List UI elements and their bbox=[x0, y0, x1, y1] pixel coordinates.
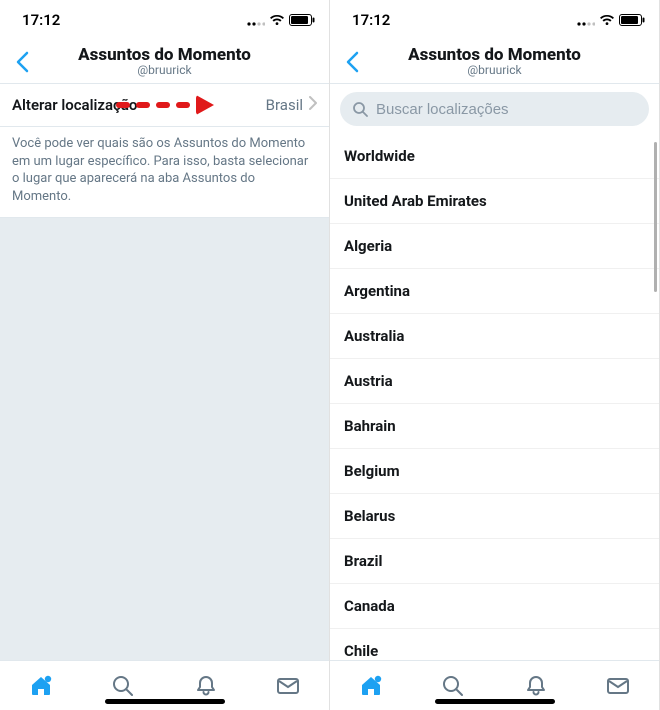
home-indicator bbox=[435, 699, 555, 704]
content-area: Alterar localização Brasil Você pode ver… bbox=[0, 84, 329, 660]
tab-home[interactable] bbox=[330, 661, 412, 710]
battery-icon bbox=[619, 14, 645, 26]
location-item[interactable]: Belgium bbox=[330, 449, 659, 494]
header: Assuntos do Momento @bruurick bbox=[0, 40, 329, 84]
screen-change-location: 17:12 Assuntos do Momento @bruurick Alte… bbox=[0, 0, 330, 710]
header-title-wrap: Assuntos do Momento @bruurick bbox=[330, 46, 659, 78]
status-icons bbox=[247, 14, 315, 26]
location-item[interactable]: United Arab Emirates bbox=[330, 179, 659, 224]
bell-icon bbox=[193, 673, 219, 699]
chevron-left-icon bbox=[15, 51, 29, 73]
signal-icon bbox=[577, 14, 595, 26]
location-item[interactable]: Bahrain bbox=[330, 404, 659, 449]
chevron-left-icon bbox=[345, 51, 359, 73]
location-item[interactable]: Brazil bbox=[330, 539, 659, 584]
home-icon bbox=[358, 673, 384, 699]
search-field[interactable] bbox=[340, 92, 649, 126]
status-icons bbox=[577, 14, 645, 26]
status-time: 17:12 bbox=[352, 11, 390, 29]
screen-location-list: 17:12 Assuntos do Momento @bruurick Worl… bbox=[330, 0, 660, 710]
signal-icon bbox=[247, 14, 265, 26]
header-title-wrap: Assuntos do Momento @bruurick bbox=[0, 46, 329, 78]
home-indicator bbox=[105, 699, 225, 704]
status-time: 17:12 bbox=[22, 11, 60, 29]
location-item[interactable]: Belarus bbox=[330, 494, 659, 539]
location-item[interactable]: Algeria bbox=[330, 224, 659, 269]
location-item[interactable]: Worldwide bbox=[330, 134, 659, 179]
location-item[interactable]: Chile bbox=[330, 629, 659, 660]
tab-home[interactable] bbox=[0, 661, 82, 710]
wifi-icon bbox=[269, 14, 285, 26]
status-bar: 17:12 bbox=[0, 0, 329, 40]
mail-icon bbox=[605, 673, 631, 699]
current-location-value: Brasil bbox=[266, 96, 303, 114]
location-item[interactable]: Australia bbox=[330, 314, 659, 359]
search-icon bbox=[352, 101, 368, 117]
bell-icon bbox=[523, 673, 549, 699]
page-subtitle: @bruurick bbox=[0, 64, 329, 77]
chevron-right-icon bbox=[309, 96, 317, 114]
change-location-row[interactable]: Alterar localização Brasil bbox=[0, 84, 329, 127]
tab-messages[interactable] bbox=[247, 661, 329, 710]
location-item[interactable]: Canada bbox=[330, 584, 659, 629]
location-item[interactable]: Argentina bbox=[330, 269, 659, 314]
home-icon bbox=[28, 673, 54, 699]
page-subtitle: @bruurick bbox=[330, 64, 659, 77]
search-icon bbox=[110, 673, 136, 699]
back-button[interactable] bbox=[330, 40, 374, 84]
search-input[interactable] bbox=[376, 101, 637, 118]
location-list[interactable]: WorldwideUnited Arab EmiratesAlgeriaArge… bbox=[330, 134, 659, 660]
change-location-label: Alterar localização bbox=[12, 96, 137, 114]
wifi-icon bbox=[599, 14, 615, 26]
help-text: Você pode ver quais são os Assuntos do M… bbox=[0, 127, 329, 218]
back-button[interactable] bbox=[0, 40, 44, 84]
header: Assuntos do Momento @bruurick bbox=[330, 40, 659, 84]
search-icon bbox=[440, 673, 466, 699]
battery-icon bbox=[289, 14, 315, 26]
status-bar: 17:12 bbox=[330, 0, 659, 40]
search-container bbox=[330, 84, 659, 134]
page-title: Assuntos do Momento bbox=[330, 46, 659, 65]
scroll-indicator bbox=[654, 142, 657, 292]
mail-icon bbox=[275, 673, 301, 699]
location-item[interactable]: Austria bbox=[330, 359, 659, 404]
tab-messages[interactable] bbox=[577, 661, 659, 710]
page-title: Assuntos do Momento bbox=[0, 46, 329, 65]
content-area: WorldwideUnited Arab EmiratesAlgeriaArge… bbox=[330, 84, 659, 660]
